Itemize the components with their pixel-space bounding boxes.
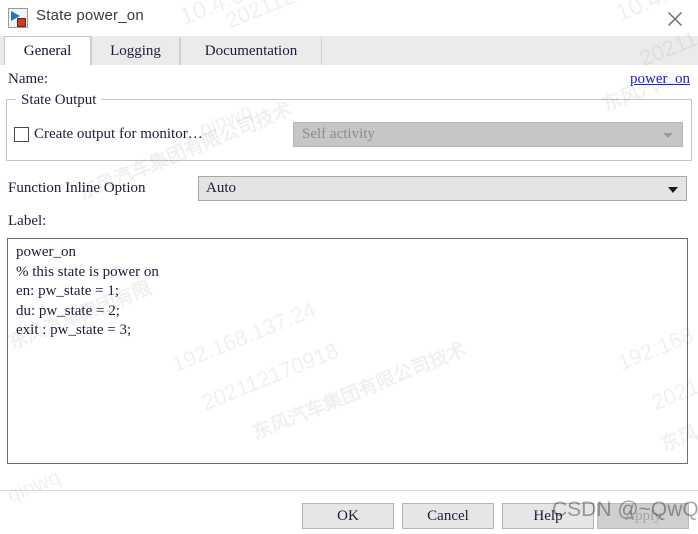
stateflow-state-icon <box>8 8 28 28</box>
dialog-footer: OK Cancel Help Apply <box>0 490 698 534</box>
label-code-editor[interactable]: power_on % this state is power on en: pw… <box>7 238 688 464</box>
state-name-link[interactable]: power_on <box>630 71 690 88</box>
apply-button: Apply <box>597 503 689 529</box>
close-icon[interactable] <box>652 0 698 36</box>
apply-button-label: Apply <box>624 508 662 524</box>
tab-logging-label: Logging <box>110 43 161 59</box>
tab-general[interactable]: General <box>4 36 91 65</box>
general-tab-panel: Name: power_on State Output Create outpu… <box>0 65 698 490</box>
stateflow-square-shape <box>17 18 26 27</box>
help-button[interactable]: Help <box>502 503 594 529</box>
tab-documentation-label: Documentation <box>204 43 298 59</box>
help-button-label: Help <box>533 508 563 524</box>
function-inline-option-select[interactable]: Auto <box>198 176 687 201</box>
tab-documentation[interactable]: Documentation <box>180 37 322 65</box>
tab-general-label: General <box>23 43 72 59</box>
monitor-type-select[interactable]: Self activity <box>293 122 683 147</box>
cancel-button[interactable]: Cancel <box>402 503 494 529</box>
name-label: Name: <box>8 71 48 87</box>
function-inline-option-value: Auto <box>206 180 236 196</box>
function-inline-option-label: Function Inline Option <box>8 180 146 196</box>
window-title: State power_on <box>36 7 144 24</box>
title-bar: State power_on <box>0 0 698 37</box>
cancel-button-label: Cancel <box>427 508 469 524</box>
create-output-for-monitor-label[interactable]: Create output for monitor… <box>34 126 203 143</box>
label-code-text: power_on % this state is power on en: pw… <box>16 244 159 338</box>
chevron-down-icon <box>663 133 673 138</box>
create-output-for-monitor-checkbox[interactable] <box>14 127 29 142</box>
monitor-type-value: Self activity <box>302 126 375 142</box>
tab-strip: General Logging Documentation <box>0 36 698 65</box>
chevron-down-icon <box>668 187 678 193</box>
tab-logging[interactable]: Logging <box>91 37 180 65</box>
ok-button-label: OK <box>337 508 359 524</box>
label-caption: Label: <box>8 213 47 229</box>
ok-button[interactable]: OK <box>302 503 394 529</box>
state-output-legend: State Output <box>16 92 102 109</box>
